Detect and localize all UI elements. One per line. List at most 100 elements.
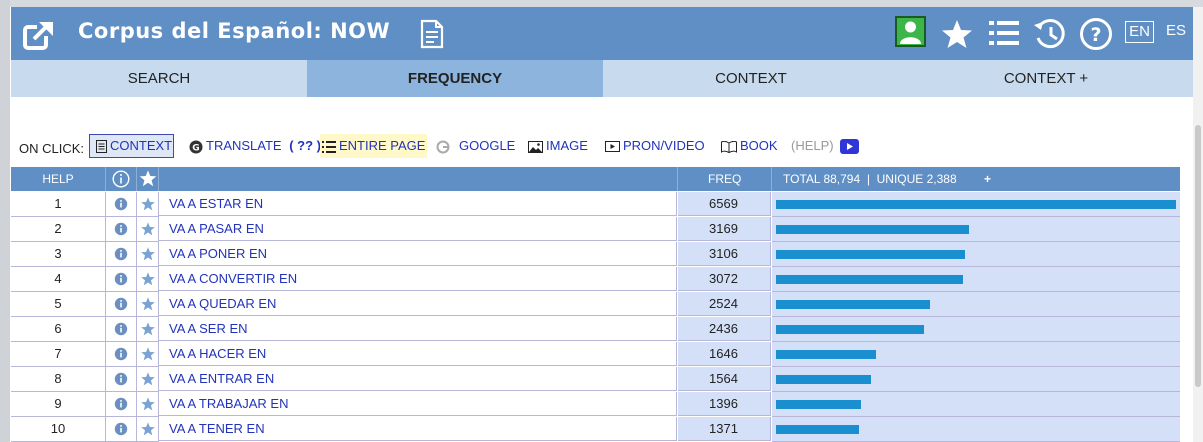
row-bar-cell xyxy=(772,417,1180,442)
row-bar-cell xyxy=(772,267,1180,292)
star-icon[interactable] xyxy=(139,170,157,187)
image-icon xyxy=(528,140,543,153)
tab-search[interactable]: SEARCH xyxy=(11,60,307,97)
row-number: 8 xyxy=(11,367,106,392)
info-icon[interactable] xyxy=(114,347,128,361)
google-icon xyxy=(436,140,450,154)
info-icon[interactable] xyxy=(114,297,128,311)
row-freq: 6569 xyxy=(678,192,771,216)
book-icon xyxy=(721,140,737,153)
language-en-button[interactable]: EN xyxy=(1125,21,1154,43)
row-form-link[interactable]: VA A QUEDAR EN xyxy=(159,292,677,316)
row-info xyxy=(106,292,137,317)
option-entire-page[interactable]: ENTIRE PAGE xyxy=(320,134,428,158)
info-icon[interactable] xyxy=(114,422,128,436)
row-star xyxy=(137,392,159,417)
star-icon[interactable] xyxy=(140,247,155,261)
option-pron-video[interactable]: PRON/VIDEO xyxy=(605,134,705,158)
row-star xyxy=(137,417,159,442)
row-freq: 1371 xyxy=(678,417,771,441)
table-row: 6 VA A SER EN 2436 xyxy=(11,317,1180,342)
list-icon[interactable] xyxy=(989,20,1019,46)
youtube-icon[interactable] xyxy=(840,139,859,154)
document-icon[interactable] xyxy=(420,19,444,49)
row-form-link[interactable]: VA A CONVERTIR EN xyxy=(159,267,677,291)
row-form-link[interactable]: VA A ESTAR EN xyxy=(159,192,677,216)
svg-text:?: ? xyxy=(1090,24,1101,46)
row-form-link[interactable]: VA A SER EN xyxy=(159,317,677,341)
option-translate[interactable]: G TRANSLATE ( ?? ) xyxy=(189,134,321,158)
translate-icon: G xyxy=(189,140,203,154)
external-link-icon[interactable] xyxy=(23,20,55,50)
row-info xyxy=(106,267,137,292)
table-row: 8 VA A ENTRAR EN 1564 xyxy=(11,367,1180,392)
row-form-link[interactable]: VA A TRABAJAR EN xyxy=(159,392,677,416)
frequency-bar xyxy=(776,400,861,409)
row-number: 9 xyxy=(11,392,106,417)
row-number: 3 xyxy=(11,242,106,267)
table-row: 2 VA A PASAR EN 3169 xyxy=(11,217,1180,242)
header-expand-button[interactable]: + xyxy=(984,167,991,191)
header-total: TOTAL 88,794 | UNIQUE 2,388 xyxy=(783,172,957,186)
scrollbar-thumb[interactable] xyxy=(1195,125,1201,387)
list-icon xyxy=(322,140,336,153)
row-star xyxy=(137,217,159,242)
row-bar-cell xyxy=(772,217,1180,242)
option-book[interactable]: BOOK xyxy=(721,134,778,158)
help-icon[interactable]: ? xyxy=(1079,17,1113,51)
star-icon[interactable] xyxy=(140,347,155,361)
info-icon[interactable] xyxy=(114,247,128,261)
star-icon[interactable] xyxy=(140,322,155,336)
row-bar-cell xyxy=(772,192,1180,217)
star-icon[interactable] xyxy=(140,372,155,386)
info-icon[interactable] xyxy=(114,397,128,411)
row-star xyxy=(137,292,159,317)
row-star xyxy=(137,242,159,267)
star-icon[interactable] xyxy=(140,272,155,286)
row-form-link[interactable]: VA A ENTRAR EN xyxy=(159,367,677,391)
scrollbar[interactable] xyxy=(1193,7,1203,442)
on-click-options: ON CLICK: CONTEXT G TRANSLATE ( ?? ) ENT… xyxy=(11,133,1193,161)
star-icon[interactable] xyxy=(941,19,973,49)
star-icon[interactable] xyxy=(140,422,155,436)
header-all-forms: ALL FORMS (SAMPLE): 100 200 500 xyxy=(169,167,322,282)
option-translate-help[interactable]: ( ?? ) xyxy=(289,138,321,153)
option-translate-label: TRANSLATE xyxy=(206,138,282,153)
row-freq: 3072 xyxy=(678,267,771,291)
star-icon[interactable] xyxy=(140,197,155,211)
tab-context[interactable]: CONTEXT xyxy=(603,60,899,97)
frequency-bar xyxy=(776,225,969,234)
row-star xyxy=(137,342,159,367)
info-icon[interactable] xyxy=(114,322,128,336)
tab-frequency[interactable]: FREQUENCY xyxy=(307,60,603,97)
star-icon[interactable] xyxy=(140,397,155,411)
info-icon[interactable] xyxy=(112,170,130,188)
option-help[interactable]: (HELP) xyxy=(791,134,834,158)
info-icon[interactable] xyxy=(114,222,128,236)
history-icon[interactable] xyxy=(1033,17,1067,51)
user-icon[interactable] xyxy=(895,16,926,47)
row-form-link[interactable]: VA A HACER EN xyxy=(159,342,677,366)
row-info xyxy=(106,217,137,242)
header-help[interactable]: HELP xyxy=(11,167,105,191)
info-icon[interactable] xyxy=(114,272,128,286)
row-freq: 2524 xyxy=(678,292,771,316)
star-icon[interactable] xyxy=(140,297,155,311)
tab-context-plus[interactable]: CONTEXT + xyxy=(899,60,1193,97)
frequency-bar xyxy=(776,325,924,334)
row-form-link[interactable]: VA A PONER EN xyxy=(159,242,677,266)
info-icon[interactable] xyxy=(114,372,128,386)
row-freq: 1396 xyxy=(678,392,771,416)
row-number: 6 xyxy=(11,317,106,342)
option-google[interactable]: GOOGLE xyxy=(436,134,515,158)
row-form-link[interactable]: VA A PASAR EN xyxy=(159,217,677,241)
option-image[interactable]: IMAGE xyxy=(528,134,588,158)
language-es-button[interactable]: ES xyxy=(1166,22,1186,39)
star-icon[interactable] xyxy=(140,222,155,236)
row-bar-cell xyxy=(772,242,1180,267)
header-freq[interactable]: FREQ xyxy=(708,167,741,191)
option-context[interactable]: CONTEXT xyxy=(89,134,174,158)
frequency-bar xyxy=(776,425,859,434)
row-form-link[interactable]: VA A TENER EN xyxy=(159,417,677,441)
info-icon[interactable] xyxy=(114,197,128,211)
